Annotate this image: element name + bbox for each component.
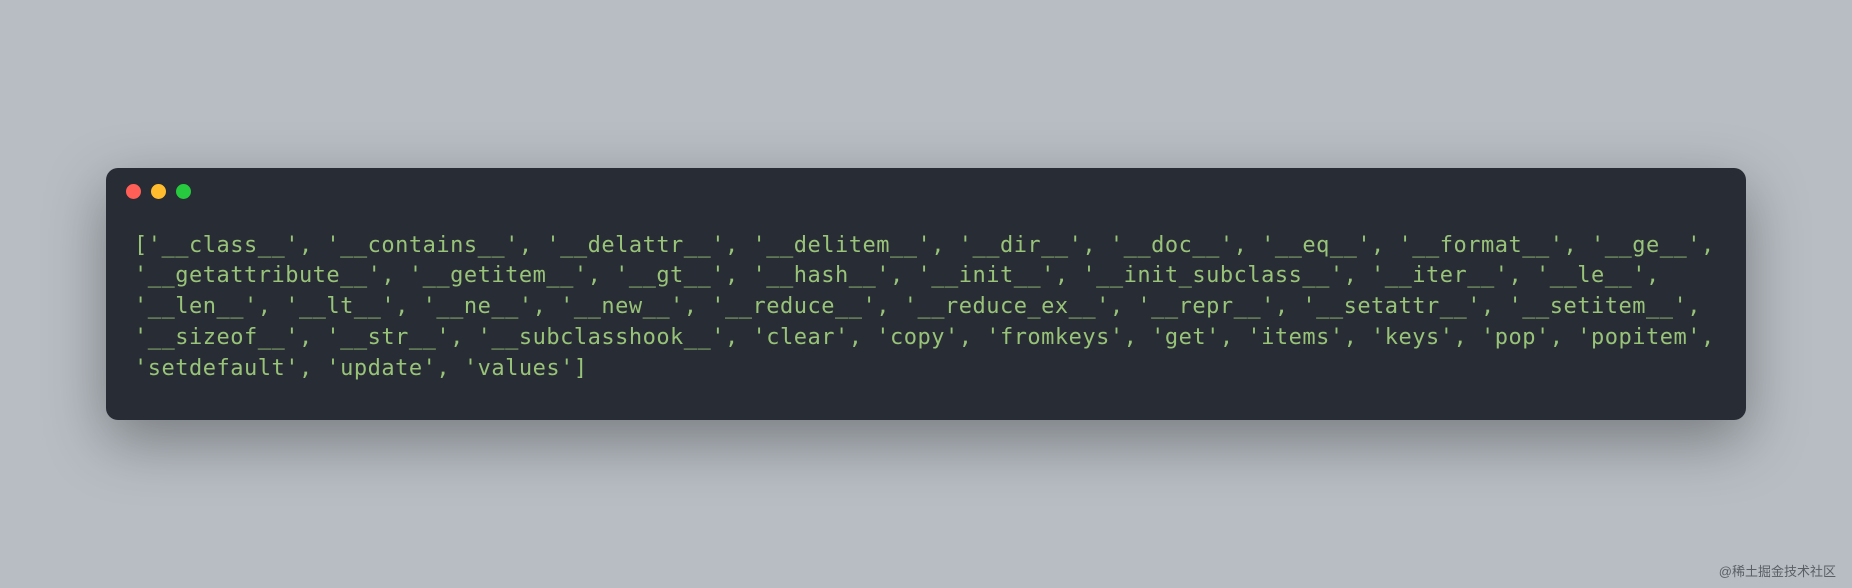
- terminal-output: ['__class__', '__contains__', '__delattr…: [106, 207, 1746, 421]
- watermark: @稀土掘金技术社区: [1719, 561, 1836, 580]
- terminal-window: ['__class__', '__contains__', '__delattr…: [106, 168, 1746, 421]
- close-button[interactable]: [126, 184, 141, 199]
- maximize-button[interactable]: [176, 184, 191, 199]
- minimize-button[interactable]: [151, 184, 166, 199]
- titlebar: [106, 168, 1746, 207]
